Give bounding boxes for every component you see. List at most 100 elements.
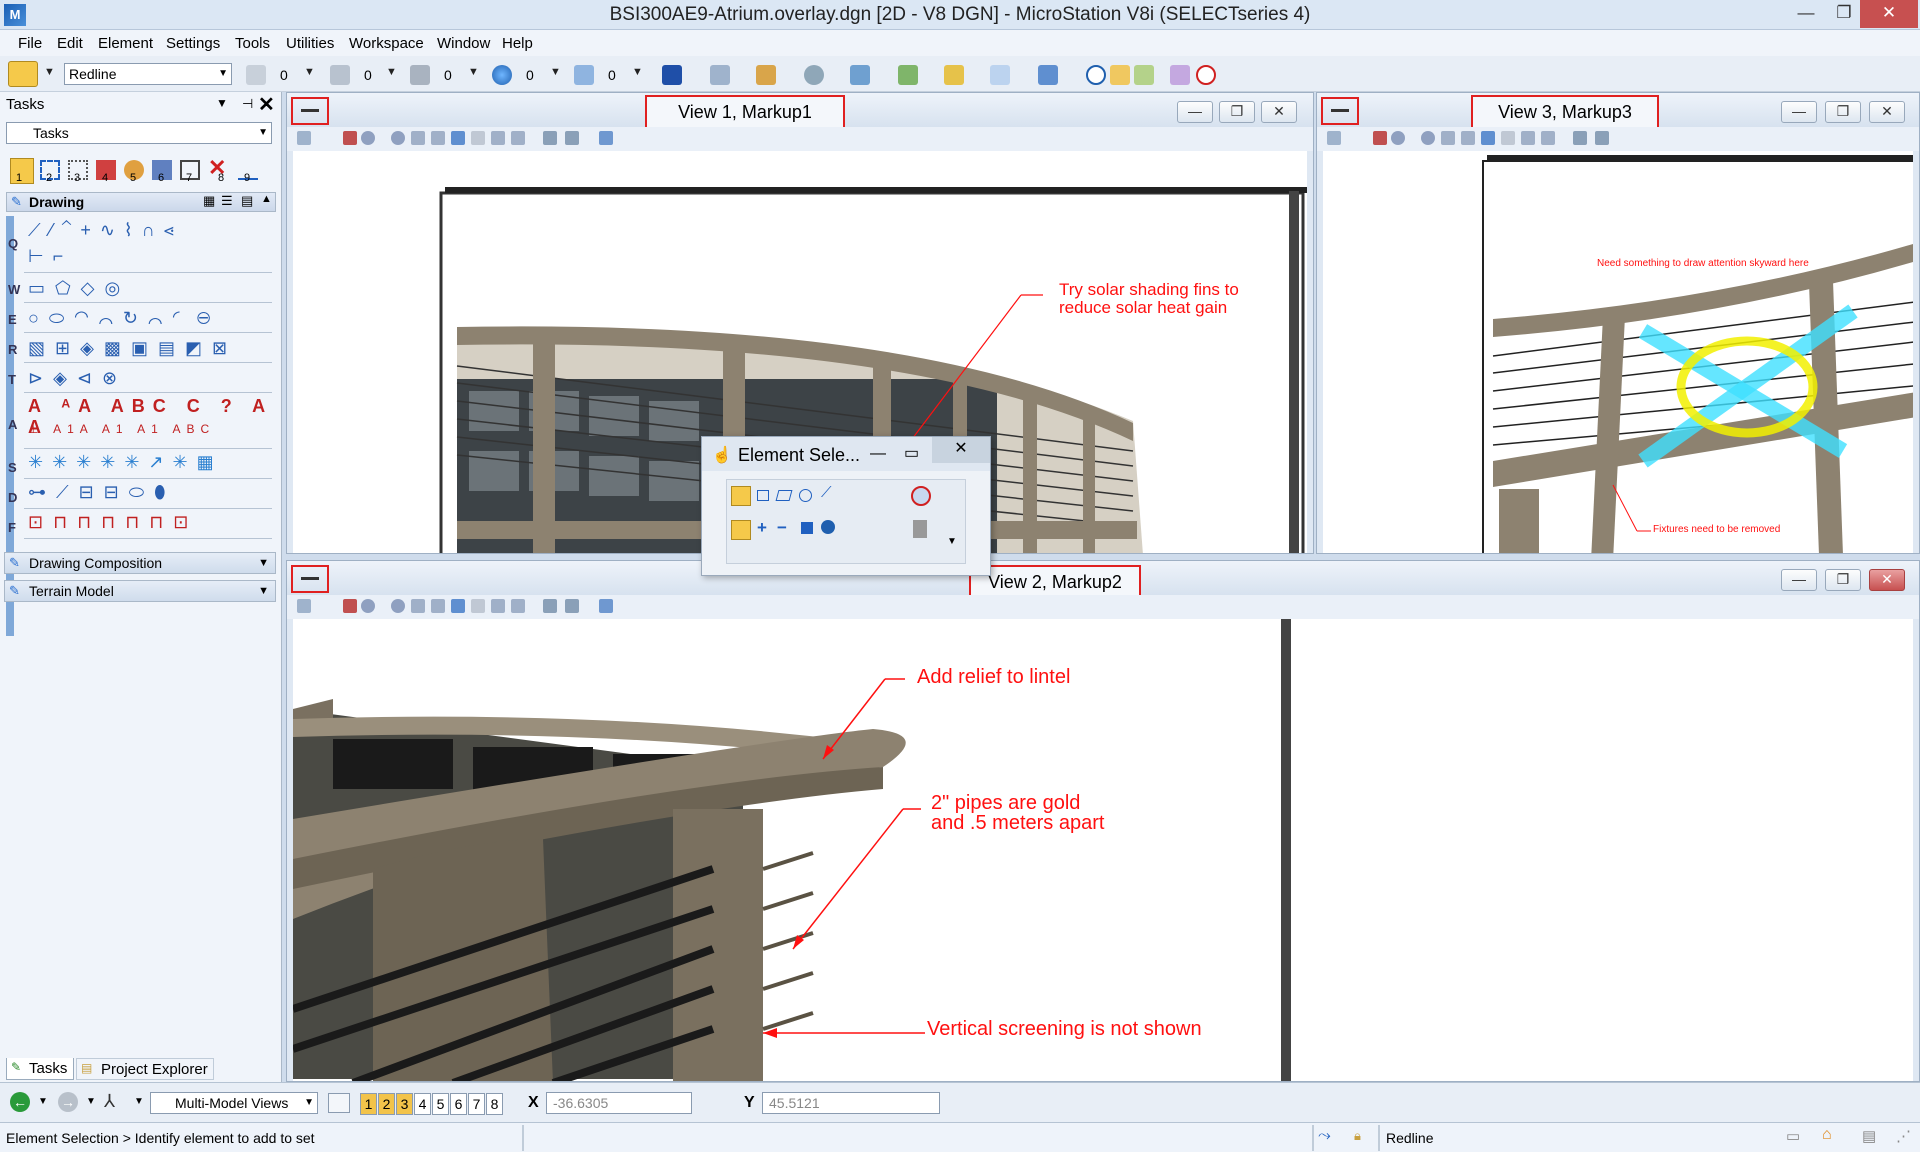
close-icon[interactable]: ✕ <box>258 92 275 117</box>
view-3-close-button[interactable]: ✕ <box>1869 101 1905 123</box>
dimension-tools-row[interactable]: ✳✳✳✳✳↗✳▦ <box>28 452 278 473</box>
dialog-close-button[interactable]: ✕ <box>932 437 990 463</box>
display-style-icon[interactable] <box>343 131 357 145</box>
f-tools-row[interactable]: ⊡⊓⊓⊓⊓⊓⊡ <box>28 512 278 533</box>
line-weight-icon[interactable] <box>410 65 430 85</box>
view-next-icon[interactable] <box>1541 131 1555 145</box>
forward-arrow-icon[interactable]: → <box>58 1092 78 1112</box>
text-tools-row-2[interactable]: ⊥ A1A A1 A1 ABC <box>28 422 278 436</box>
fit-view-icon[interactable] <box>1461 131 1475 145</box>
menu-help[interactable]: Help <box>502 35 533 52</box>
cell-tools-row[interactable]: ⊳◈⊲⊗ <box>28 368 278 389</box>
fit-view-icon[interactable] <box>431 599 445 613</box>
view-menu-icon[interactable] <box>1321 97 1359 125</box>
panel-menu-icon[interactable]: ▼ <box>216 96 228 110</box>
pan-view-icon[interactable] <box>1501 131 1515 145</box>
chevron-down-icon[interactable]: ▼ <box>632 66 643 78</box>
shape-tools-row[interactable]: ▭⬠◇◎ <box>28 278 278 299</box>
chevron-down-icon[interactable]: ▼ <box>947 536 957 547</box>
batch-icon[interactable] <box>1134 65 1154 85</box>
zoom-out-icon[interactable] <box>1421 131 1435 145</box>
point-cloud-icon[interactable] <box>804 65 824 85</box>
view-menu-icon[interactable] <box>291 565 329 593</box>
view-2-minimize-button[interactable]: — <box>1781 569 1817 591</box>
menu-file[interactable]: File <box>18 35 42 52</box>
window-area-icon[interactable] <box>1441 131 1455 145</box>
menu-element[interactable]: Element <box>98 35 153 52</box>
invert-mode-icon[interactable] <box>801 522 813 534</box>
dialog-minimize-button[interactable]: — <box>870 445 886 463</box>
d-tools-row[interactable]: ⊶⟋⊟⊟⬭⬮ <box>28 482 278 503</box>
view-menu-icon[interactable] <box>291 97 329 125</box>
window-area-icon[interactable] <box>411 599 425 613</box>
chevron-down-icon[interactable]: ▼ <box>468 66 479 78</box>
snap-icon[interactable] <box>1038 65 1058 85</box>
dialog-maximize-button[interactable]: ▭ <box>904 443 919 463</box>
view-toggle-2[interactable]: 2 <box>378 1093 395 1115</box>
view-groups-dialog-icon[interactable] <box>328 1093 350 1113</box>
line-tools-row-2[interactable]: ⊢⌐ <box>28 246 278 267</box>
view-3-minimize-button[interactable]: — <box>1781 101 1817 123</box>
line-method-icon[interactable]: ⟋ <box>821 484 832 501</box>
window-area-icon[interactable] <box>411 131 425 145</box>
priority-icon[interactable] <box>574 65 594 85</box>
view-toggle-4[interactable]: 4 <box>414 1093 431 1115</box>
clip-mask-icon[interactable] <box>1595 131 1609 145</box>
view-next-icon[interactable] <box>511 599 525 613</box>
models-icon[interactable] <box>850 65 870 85</box>
chevron-up-icon[interactable]: ▲ <box>261 193 272 205</box>
search-icon[interactable] <box>1110 65 1130 85</box>
rotate-view-icon[interactable] <box>451 599 465 613</box>
clip-volume-icon[interactable] <box>1573 131 1587 145</box>
view-attributes-icon[interactable] <box>1327 131 1341 145</box>
chevron-down-icon[interactable]: ▼ <box>86 1096 96 1107</box>
display-style-icon[interactable] <box>343 599 357 613</box>
home-icon[interactable]: ⌂ <box>1822 1126 1832 1144</box>
close-button[interactable]: ✕ <box>1860 0 1918 28</box>
zoom-out-icon[interactable] <box>391 131 405 145</box>
terrain-model-group[interactable]: ✎ Terrain Model ▼ <box>4 580 276 602</box>
chevron-down-icon[interactable]: ▼ <box>386 66 397 78</box>
clip-mask-icon[interactable] <box>565 599 579 613</box>
element-attributes-icon[interactable] <box>8 61 38 87</box>
view-3-canvas[interactable]: Need something to draw attention skyward… <box>1323 151 1913 553</box>
message-center-icon[interactable]: ▤ <box>1862 1127 1876 1145</box>
menu-edit[interactable]: Edit <box>57 35 83 52</box>
view-toggle-3[interactable]: 3 <box>396 1093 413 1115</box>
menu-tools[interactable]: Tools <box>235 35 270 52</box>
pan-view-icon[interactable] <box>471 131 485 145</box>
view-2-canvas[interactable]: Add relief to lintel 2" pipes are gold a… <box>293 619 1913 1081</box>
zoom-in-icon[interactable] <box>361 599 375 613</box>
pan-view-icon[interactable] <box>471 599 485 613</box>
raster-manager-icon[interactable] <box>756 65 776 85</box>
pointer-icon[interactable] <box>913 520 927 538</box>
view-2-close-button[interactable]: ✕ <box>1869 569 1905 591</box>
y-coordinate-field[interactable]: 45.5121 <box>762 1092 940 1114</box>
accudraw-icon[interactable] <box>990 65 1010 85</box>
rotate-view-icon[interactable] <box>1481 131 1495 145</box>
list-view-icon[interactable]: ☰ <box>221 193 233 209</box>
chevron-down-icon[interactable]: ▼ <box>550 66 561 78</box>
drawing-composition-group[interactable]: ✎ Drawing Composition ▼ <box>4 552 276 574</box>
design-file-icon[interactable]: ▭ <box>1786 1127 1800 1145</box>
view-attributes-icon[interactable] <box>662 65 682 85</box>
zoom-out-icon[interactable] <box>391 599 405 613</box>
menu-window[interactable]: Window <box>437 35 490 52</box>
tab-project-explorer[interactable]: ▤ Project Explorer <box>76 1058 214 1080</box>
rotate-view-icon[interactable] <box>451 131 465 145</box>
view-toggle-icon[interactable] <box>599 131 613 145</box>
view-previous-icon[interactable] <box>491 599 505 613</box>
individual-method-icon[interactable] <box>731 486 751 506</box>
info-icon[interactable] <box>1086 65 1106 85</box>
select-all-icon[interactable] <box>821 520 835 534</box>
cancel-icon[interactable] <box>1196 65 1216 85</box>
zoom-in-icon[interactable] <box>361 131 375 145</box>
view-toggle-5[interactable]: 5 <box>432 1093 449 1115</box>
color-icon[interactable] <box>246 65 266 85</box>
view-toggle-7[interactable]: 7 <box>468 1093 485 1115</box>
arc-tools-row[interactable]: ○⬭◠⌒↻⌒◜⊖ <box>28 308 278 329</box>
zoom-in-icon[interactable] <box>1391 131 1405 145</box>
detail-view-icon[interactable]: ▤ <box>241 193 253 209</box>
clip-volume-icon[interactable] <box>543 131 557 145</box>
line-tools-row[interactable]: ⟋⁄⌃+∿⌇∩⋖ <box>28 220 278 241</box>
